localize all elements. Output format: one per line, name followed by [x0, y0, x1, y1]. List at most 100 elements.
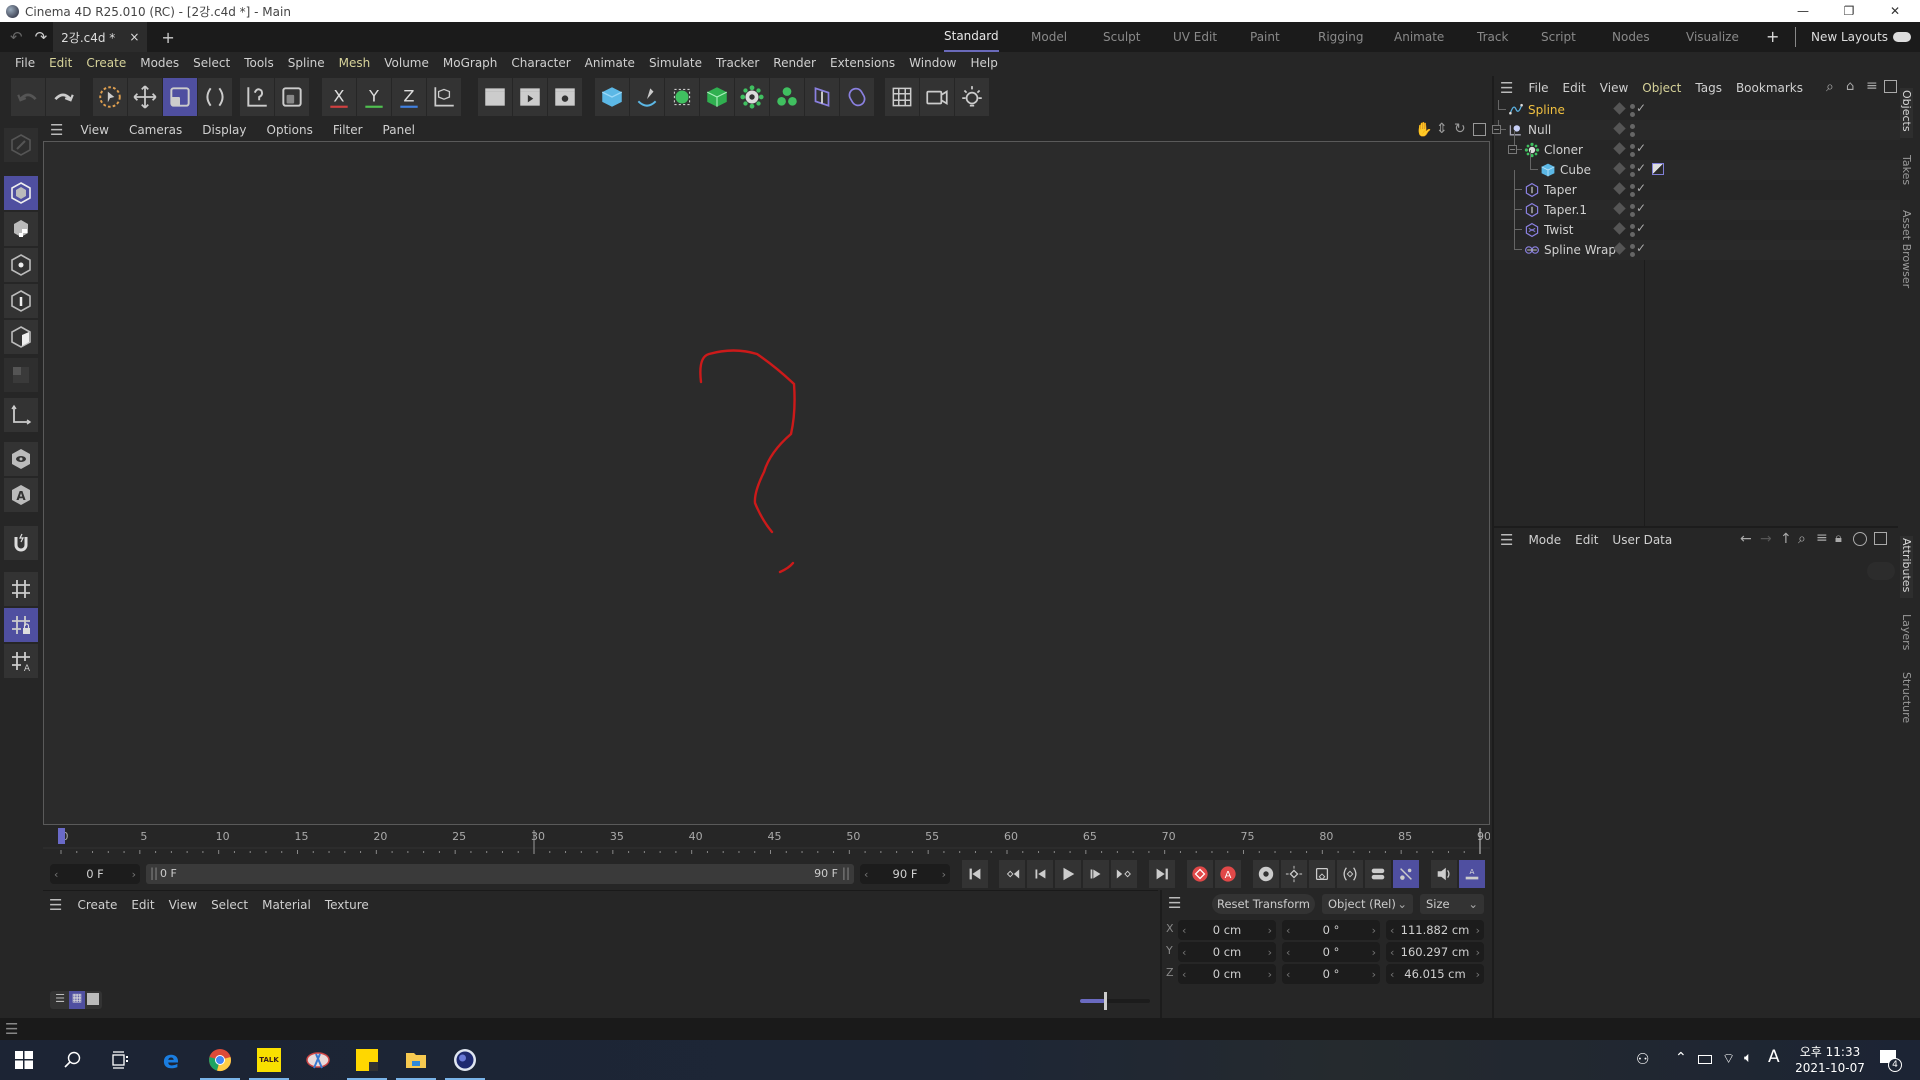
key-pla-button[interactable]: [1393, 860, 1419, 888]
previous-frame-button[interactable]: [1027, 860, 1053, 888]
side-tab-objects[interactable]: Objects: [1900, 88, 1913, 138]
material-menu-select[interactable]: Select: [204, 898, 255, 912]
attributes-menu-edit[interactable]: Edit: [1568, 533, 1605, 547]
key-parameter-button[interactable]: [1365, 860, 1391, 888]
new-layouts-toggle[interactable]: [1893, 32, 1911, 42]
layout-tab-model[interactable]: Model: [1031, 22, 1067, 52]
object-row[interactable]: Spline ✓: [1494, 100, 1900, 120]
go-to-end-button[interactable]: [1149, 860, 1175, 888]
current-frame-field[interactable]: ‹ 0 F ›: [50, 864, 140, 884]
new-tab-icon[interactable]: +: [161, 28, 174, 47]
enabled-check-icon[interactable]: ✓: [1636, 201, 1646, 215]
search-icon[interactable]: ⌕: [1826, 79, 1834, 95]
menu-mesh[interactable]: Mesh: [332, 56, 378, 70]
taskbar-file-explorer[interactable]: [392, 1040, 440, 1080]
maximize-button[interactable]: ❐: [1826, 0, 1872, 22]
objects-menu-file[interactable]: File: [1521, 81, 1555, 95]
layer-icon[interactable]: [1613, 202, 1626, 215]
enabled-check-icon[interactable]: ✓: [1636, 241, 1646, 255]
material-menu-view[interactable]: View: [162, 898, 204, 912]
rotation-z-field[interactable]: ‹ 0 ° ›: [1282, 964, 1380, 984]
subdivision-surface-button[interactable]: [665, 78, 699, 116]
material-zoom-slider-handle[interactable]: [1103, 992, 1107, 1010]
taskbar-edge[interactable]: e: [147, 1040, 195, 1080]
taskbar-chrome[interactable]: [196, 1040, 244, 1080]
layer-icon[interactable]: [1613, 122, 1626, 135]
material-menu-edit[interactable]: Edit: [124, 898, 161, 912]
side-tab-asset-browser[interactable]: Asset Browser: [1900, 210, 1913, 295]
max-frame-field[interactable]: ‹ 90 F ›: [860, 864, 950, 884]
menu-tools[interactable]: Tools: [237, 56, 281, 70]
object-name[interactable]: Taper: [1544, 183, 1577, 197]
dolly-icon[interactable]: ⇕: [1436, 121, 1448, 137]
playhead[interactable]: [58, 828, 65, 844]
redo-button[interactable]: [46, 78, 80, 116]
filter-icon[interactable]: ≡: [1816, 530, 1828, 546]
layout-tab-script[interactable]: Script: [1541, 22, 1576, 52]
new-window-icon[interactable]: [1874, 532, 1887, 545]
polygons-mode-button[interactable]: [4, 320, 38, 354]
next-key-button[interactable]: [1111, 860, 1137, 888]
layer-icon[interactable]: [1613, 182, 1626, 195]
viewport-menu-display[interactable]: Display: [195, 123, 253, 137]
close-window-button[interactable]: ✕: [1872, 0, 1918, 22]
menu-render[interactable]: Render: [766, 56, 823, 70]
side-tab-layers[interactable]: Layers: [1900, 614, 1913, 650]
visibility-dots[interactable]: [1630, 242, 1635, 258]
enabled-check-icon[interactable]: ✓: [1636, 221, 1646, 235]
menu-animate[interactable]: Animate: [578, 56, 642, 70]
viewport-menu-cameras[interactable]: Cameras: [122, 123, 189, 137]
layout-tab-nodes[interactable]: Nodes: [1612, 22, 1650, 52]
maximize-view-icon[interactable]: [1473, 123, 1486, 136]
viewport-menu-panel[interactable]: Panel: [376, 123, 422, 137]
size-mode-select[interactable]: Size ⌄: [1420, 894, 1484, 914]
viewport-solo-button[interactable]: [4, 442, 38, 476]
objects-menu-view[interactable]: View: [1593, 81, 1635, 95]
render-view-button[interactable]: [478, 78, 512, 116]
reset-transform-button[interactable]: Reset Transform: [1212, 894, 1315, 914]
floor-button[interactable]: [885, 78, 919, 116]
phong-tag-icon[interactable]: [1652, 163, 1664, 175]
visibility-dots[interactable]: [1630, 202, 1635, 218]
object-row[interactable]: − Null: [1492, 120, 1900, 140]
menu-tracker[interactable]: Tracker: [709, 56, 766, 70]
status-hamburger-icon[interactable]: ☰: [5, 1020, 18, 1038]
menu-edit[interactable]: Edit: [42, 56, 79, 70]
up-arrow-icon[interactable]: ↑: [1780, 531, 1792, 547]
close-tab-icon[interactable]: ×: [129, 30, 139, 44]
menu-file[interactable]: File: [8, 56, 42, 70]
objects-hamburger-icon[interactable]: ☰: [1500, 79, 1513, 97]
key-position-button[interactable]: [1281, 860, 1307, 888]
workplane-button[interactable]: [4, 572, 38, 606]
menu-mograph[interactable]: MoGraph: [436, 56, 505, 70]
layer-icon[interactable]: [1613, 162, 1626, 175]
side-tab-structure[interactable]: Structure: [1900, 672, 1913, 723]
menu-modes[interactable]: Modes: [133, 56, 186, 70]
list-view-icon[interactable]: ☰: [52, 992, 68, 1008]
volume-icon[interactable]: 🔈︎: [1744, 1050, 1752, 1066]
previous-key-button[interactable]: [999, 860, 1025, 888]
menu-help[interactable]: Help: [964, 56, 1005, 70]
viewport-menu-options[interactable]: Options: [260, 123, 320, 137]
target-icon[interactable]: [1853, 532, 1867, 546]
planar-workplane-button[interactable]: A: [4, 644, 38, 678]
layout-tab-visualize[interactable]: Visualize: [1686, 22, 1739, 52]
object-row[interactable]: − Cloner ✓: [1494, 130, 1900, 160]
next-frame-button[interactable]: [1083, 860, 1109, 888]
size-z-field[interactable]: ‹ 46.015 cm ›: [1386, 964, 1484, 984]
filter-icon[interactable]: ≡: [1866, 78, 1878, 94]
position-x-field[interactable]: ‹ 0 cm ›: [1178, 920, 1276, 940]
menu-character[interactable]: Character: [504, 56, 577, 70]
large-view-icon[interactable]: [87, 993, 99, 1005]
material-menu-create[interactable]: Create: [70, 898, 124, 912]
object-name[interactable]: Cloner: [1544, 143, 1583, 157]
model-mode-button[interactable]: [4, 176, 38, 210]
material-zoom-slider[interactable]: [1080, 992, 1150, 1010]
material-menu-texture[interactable]: Texture: [318, 898, 376, 912]
light-button[interactable]: [955, 78, 989, 116]
objects-menu-edit[interactable]: Edit: [1556, 81, 1593, 95]
undo-button[interactable]: [11, 78, 45, 116]
visibility-dots[interactable]: [1630, 162, 1635, 178]
frame-range-slider[interactable]: || 0 F 90 F ||: [146, 864, 854, 884]
ime-indicator[interactable]: A: [1768, 1047, 1780, 1067]
